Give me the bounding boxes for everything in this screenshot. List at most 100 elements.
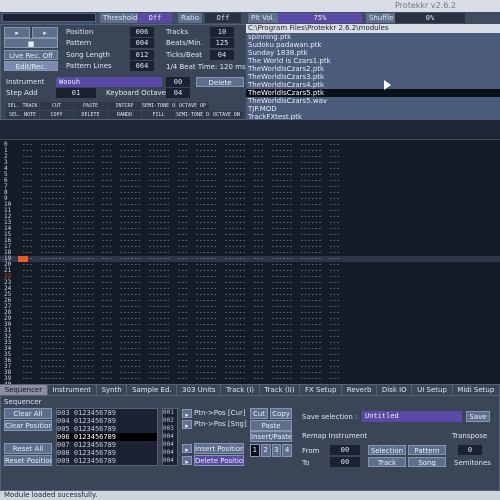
sequence-row[interactable]: 005 0123456789 bbox=[57, 425, 157, 433]
sequence-row[interactable]: 009 0123456789 bbox=[57, 457, 157, 465]
edit-button[interactable]: OCTAVE DN bbox=[210, 111, 243, 119]
pltvol-value[interactable]: 75% bbox=[278, 13, 362, 23]
sequence-pattern-number[interactable]: 001 bbox=[163, 409, 177, 417]
tpb-value[interactable]: 04 bbox=[210, 50, 234, 60]
reset-position-button[interactable]: Reset Position bbox=[4, 455, 52, 466]
sequence-row[interactable]: 006 0123456789 bbox=[57, 433, 157, 441]
play-song-button[interactable]: ▸ bbox=[4, 27, 30, 38]
octave-value[interactable]: 04 bbox=[166, 88, 190, 98]
sequence-row[interactable]: 004 0123456789 bbox=[57, 417, 157, 425]
ptn-pos-cur-button[interactable]: ▸ bbox=[182, 409, 192, 418]
remap-track-button[interactable]: Track bbox=[368, 457, 406, 467]
tab-instrument[interactable]: Instrument bbox=[48, 385, 97, 395]
pattern-editor[interactable]: 0 1 2 3 4 5 6 7 8 9 10 11 12 13 14 15 16 17 18 19 20 21 22 23 24… bbox=[0, 120, 500, 406]
save-selection-button[interactable]: Save bbox=[466, 411, 490, 422]
buffer-3-button[interactable]: 3 bbox=[271, 444, 282, 457]
tab-303-units[interactable]: 303 Units bbox=[177, 385, 222, 395]
file-item[interactable]: TheWorldIsCzars2.ptk bbox=[246, 65, 500, 73]
file-item[interactable]: TheWorldIsCzars4.ptk bbox=[246, 81, 500, 89]
tab-ui-setup[interactable]: UI Setup bbox=[412, 385, 453, 395]
sequence-pattern-number[interactable]: 004 bbox=[163, 441, 177, 449]
instrument-number[interactable]: 00 bbox=[166, 77, 190, 87]
delete-position-button[interactable]: Delete Position bbox=[194, 455, 244, 466]
buffer-1-button[interactable]: 1 bbox=[250, 444, 260, 457]
edit-button[interactable]: SEL. NOTE bbox=[6, 111, 39, 119]
sequence-pattern-number[interactable]: 004 bbox=[163, 449, 177, 457]
edit-button[interactable]: PASTE bbox=[74, 102, 107, 110]
edit-button[interactable]: FILL bbox=[142, 111, 175, 119]
ptn-pos-sng-button[interactable]: ▸ bbox=[182, 420, 192, 429]
save-selection-input[interactable]: Untitled bbox=[362, 411, 462, 422]
sequence-row[interactable]: 007 0123456789 bbox=[57, 441, 157, 449]
file-item[interactable]: spinning.ptk bbox=[246, 33, 500, 41]
tab-track-i[interactable]: Track (I) bbox=[221, 385, 260, 395]
clear-position-button[interactable]: Clear Position bbox=[4, 420, 52, 431]
file-list[interactable]: spinning.ptk Sudoku padawan.ptk Sunday 183… bbox=[246, 33, 500, 121]
delete-instrument-button[interactable]: Delete bbox=[196, 77, 244, 87]
ptn-pos-sng-label[interactable]: Ptn->Pos [Sng] bbox=[194, 419, 247, 429]
ratio-value[interactable]: Off bbox=[205, 13, 241, 23]
tab-reverb[interactable]: Reverb bbox=[342, 385, 378, 395]
pattern-lines-value[interactable]: 064 bbox=[130, 61, 154, 71]
remap-song-button[interactable]: Song bbox=[408, 457, 446, 467]
step-add-value[interactable]: 01 bbox=[56, 88, 96, 98]
sequence-row[interactable]: 008 0123456789 bbox=[57, 449, 157, 457]
insert-paste-button[interactable]: Insert/Paste bbox=[250, 431, 292, 442]
edit-button[interactable]: SEMI-TONE UP bbox=[142, 102, 175, 110]
top-slider[interactable] bbox=[2, 13, 96, 22]
file-item[interactable]: Sudoku padawan.ptk bbox=[246, 41, 500, 49]
sequence-pattern-number[interactable]: 004 bbox=[163, 457, 177, 465]
insert-arrow-button[interactable]: ▸ bbox=[182, 444, 192, 453]
remap-selection-button[interactable]: Selection bbox=[368, 445, 406, 455]
file-item[interactable]: TheWorldIsCzars5.ptk bbox=[246, 89, 500, 97]
song-length-value[interactable]: 012 bbox=[130, 50, 154, 60]
instrument-name[interactable]: Woouh bbox=[56, 77, 162, 87]
file-item[interactable]: Sunday 1838.ptk bbox=[246, 49, 500, 57]
sequence-pattern-number[interactable]: 002 bbox=[163, 417, 177, 425]
live-rec-button[interactable]: Live Rec. Off bbox=[4, 50, 58, 60]
sequence-pattern-number[interactable]: 004 bbox=[163, 433, 177, 441]
file-item[interactable]: TheWorldIsCzars3.ptk bbox=[246, 73, 500, 81]
file-item[interactable]: TJP.MOD bbox=[246, 105, 500, 113]
sequence-pattern-number[interactable]: 003 bbox=[163, 425, 177, 433]
file-item[interactable]: TheWorldIsCzars5.wav bbox=[246, 97, 500, 105]
edit-button[interactable]: RANDO bbox=[108, 111, 141, 119]
buffer-2-button[interactable]: 2 bbox=[260, 444, 271, 457]
transpose-value[interactable]: 0 bbox=[458, 445, 482, 455]
edit-button[interactable]: SEL. TRACK bbox=[6, 102, 39, 110]
pattern-value[interactable]: 004 bbox=[130, 38, 154, 48]
edit-button[interactable]: DELETE bbox=[74, 111, 107, 119]
stop-button[interactable]: ■ bbox=[4, 38, 58, 48]
reset-all-button[interactable]: Reset All bbox=[4, 443, 52, 454]
edit-button[interactable]: OCTAVE UP bbox=[176, 102, 209, 110]
ptn-pos-cur-label[interactable]: Ptn->Pos [Cur] bbox=[194, 408, 246, 418]
tab-midi-setup[interactable]: Midi Setup bbox=[453, 385, 500, 395]
play-pattern-button[interactable]: ▸ bbox=[32, 27, 58, 38]
file-browser[interactable]: C:\Program Files\Protekkr 2.6.2\modules … bbox=[246, 24, 500, 121]
sequence-row[interactable]: 003 0123456789 bbox=[57, 409, 157, 417]
position-value[interactable]: 006 bbox=[130, 27, 154, 37]
shuffle-value[interactable]: 0% bbox=[395, 13, 465, 23]
tab-sequencer[interactable]: Sequencer bbox=[0, 385, 48, 395]
delete-arrow-button[interactable]: ▸ bbox=[182, 456, 192, 465]
tracks-value[interactable]: 10 bbox=[210, 27, 234, 37]
edit-rec-button[interactable]: Edit/Rec. bbox=[4, 61, 58, 71]
buffer-4-button[interactable]: 4 bbox=[282, 444, 292, 457]
tab-synth[interactable]: Synth bbox=[97, 385, 128, 395]
copy-button[interactable]: Copy bbox=[270, 408, 292, 419]
remap-to-value[interactable]: 00 bbox=[330, 457, 360, 467]
bpm-value[interactable]: 125 bbox=[210, 38, 234, 48]
file-item[interactable]: The World is Czars1.ptk bbox=[246, 57, 500, 65]
tab-disk-io[interactable]: Disk IO bbox=[377, 385, 413, 395]
remap-pattern-button[interactable]: Pattern bbox=[408, 445, 446, 455]
edit-button[interactable]: COPY bbox=[40, 111, 73, 119]
tab-sample-ed[interactable]: Sample Ed. bbox=[127, 385, 178, 395]
edit-button[interactable]: SEMI-TONE DN bbox=[176, 111, 209, 119]
edit-button[interactable]: INTCRP bbox=[108, 102, 141, 110]
sequence-pattern-list[interactable]: 001 002 003 004 004 004 004 bbox=[162, 408, 178, 466]
sequence-list[interactable]: 003 0123456789 004 0123456789 005 01234567… bbox=[56, 408, 158, 466]
clear-all-button[interactable]: Clear All bbox=[4, 408, 52, 419]
threshold-value[interactable]: Off bbox=[138, 13, 172, 23]
edit-button[interactable]: CUT bbox=[40, 102, 73, 110]
tab-track-ii[interactable]: Track (II) bbox=[260, 385, 301, 395]
